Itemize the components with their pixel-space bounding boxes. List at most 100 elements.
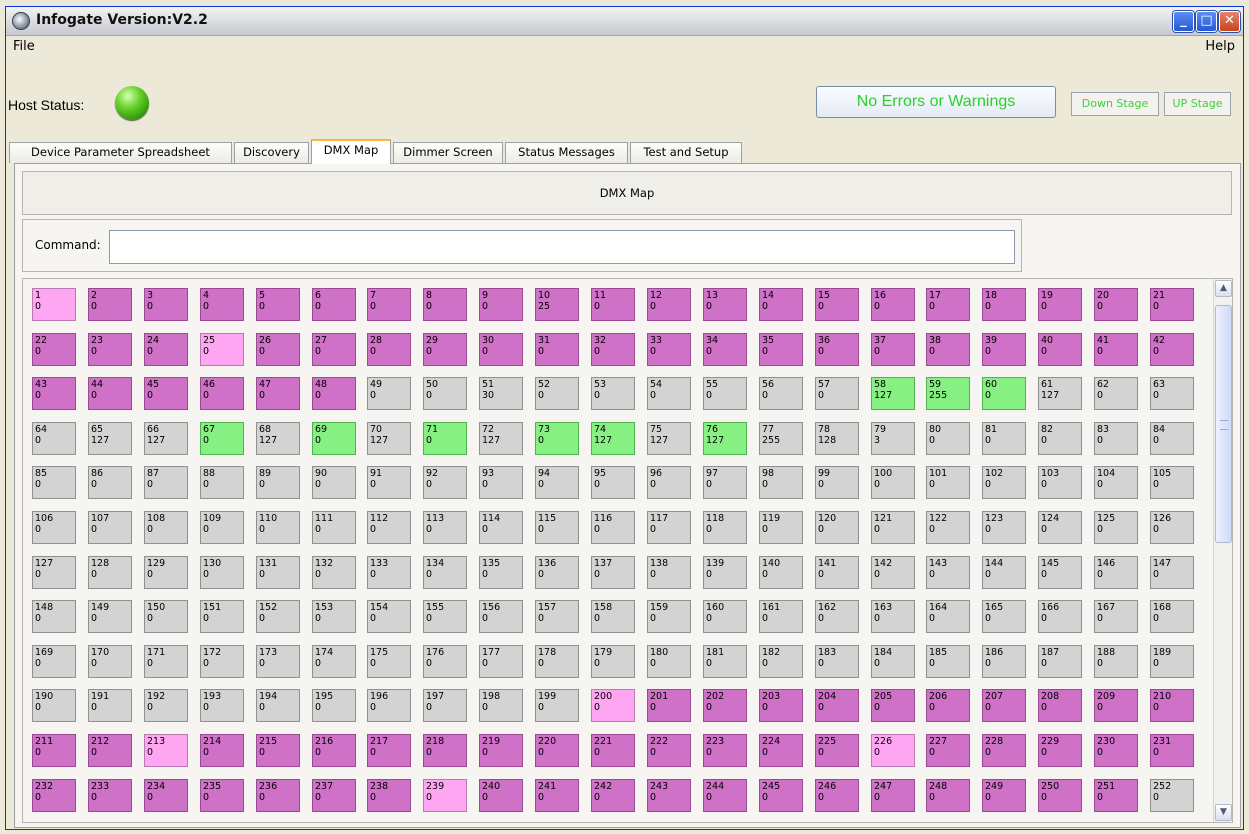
dmx-channel-cell[interactable]: 25 0	[200, 333, 244, 366]
dmx-channel-cell[interactable]: 161 0	[759, 600, 803, 633]
dmx-channel-cell[interactable]: 232 0	[32, 779, 76, 812]
dmx-channel-cell[interactable]: 66 127	[144, 422, 188, 455]
close-button[interactable]: ✕	[1219, 11, 1240, 32]
down-stage-button[interactable]: Down Stage	[1071, 92, 1159, 116]
dmx-channel-cell[interactable]: 61 127	[1038, 377, 1082, 410]
dmx-channel-cell[interactable]: 54 0	[647, 377, 691, 410]
dmx-channel-cell[interactable]: 209 0	[1094, 689, 1138, 722]
dmx-channel-cell[interactable]: 33 0	[647, 333, 691, 366]
dmx-channel-cell[interactable]: 142 0	[871, 556, 915, 589]
dmx-channel-cell[interactable]: 30 0	[479, 333, 523, 366]
dmx-channel-cell[interactable]: 98 0	[759, 466, 803, 499]
dmx-channel-cell[interactable]: 28 0	[367, 333, 411, 366]
dmx-channel-cell[interactable]: 32 0	[591, 333, 635, 366]
dmx-channel-cell[interactable]: 199 0	[535, 689, 579, 722]
dmx-channel-cell[interactable]: 126 0	[1150, 511, 1194, 544]
dmx-channel-cell[interactable]: 39 0	[982, 333, 1026, 366]
dmx-channel-cell[interactable]: 41 0	[1094, 333, 1138, 366]
dmx-channel-cell[interactable]: 194 0	[256, 689, 300, 722]
dmx-channel-cell[interactable]: 153 0	[312, 600, 356, 633]
dmx-channel-cell[interactable]: 198 0	[479, 689, 523, 722]
dmx-channel-cell[interactable]: 172 0	[200, 645, 244, 678]
dmx-channel-cell[interactable]: 224 0	[759, 734, 803, 767]
scroll-thumb[interactable]	[1215, 305, 1232, 543]
dmx-channel-cell[interactable]: 50	[256, 288, 300, 321]
dmx-channel-cell[interactable]: 74 127	[591, 422, 635, 455]
minimize-button[interactable]: _	[1173, 11, 1194, 32]
dmx-channel-cell[interactable]: 244 0	[703, 779, 747, 812]
dmx-channel-cell[interactable]: 106 0	[32, 511, 76, 544]
dmx-channel-cell[interactable]: 251 0	[1094, 779, 1138, 812]
dmx-channel-cell[interactable]: 139 0	[703, 556, 747, 589]
dmx-channel-cell[interactable]: 80	[423, 288, 467, 321]
dmx-channel-cell[interactable]: 85 0	[32, 466, 76, 499]
dmx-channel-cell[interactable]: 12 0	[647, 288, 691, 321]
maximize-button[interactable]: □	[1196, 11, 1217, 32]
dmx-channel-cell[interactable]: 189 0	[1150, 645, 1194, 678]
dmx-channel-cell[interactable]: 173 0	[256, 645, 300, 678]
dmx-channel-cell[interactable]: 107 0	[88, 511, 132, 544]
dmx-channel-cell[interactable]: 40 0	[1038, 333, 1082, 366]
dmx-channel-cell[interactable]: 102 0	[982, 466, 1026, 499]
dmx-channel-cell[interactable]: 49 0	[367, 377, 411, 410]
dmx-channel-cell[interactable]: 48 0	[312, 377, 356, 410]
dmx-channel-cell[interactable]: 76 127	[703, 422, 747, 455]
dmx-channel-cell[interactable]: 78 128	[815, 422, 859, 455]
dmx-channel-cell[interactable]: 168 0	[1150, 600, 1194, 633]
dmx-channel-cell[interactable]: 73 0	[535, 422, 579, 455]
dmx-channel-cell[interactable]: 159 0	[647, 600, 691, 633]
dmx-channel-cell[interactable]: 80 0	[926, 422, 970, 455]
dmx-channel-cell[interactable]: 65 127	[88, 422, 132, 455]
dmx-channel-cell[interactable]: 71 0	[423, 422, 467, 455]
dmx-channel-cell[interactable]: 82 0	[1038, 422, 1082, 455]
dmx-channel-cell[interactable]: 128 0	[88, 556, 132, 589]
dmx-channel-cell[interactable]: 243 0	[647, 779, 691, 812]
dmx-channel-cell[interactable]: 138 0	[647, 556, 691, 589]
dmx-channel-cell[interactable]: 162 0	[815, 600, 859, 633]
dmx-channel-cell[interactable]: 226 0	[871, 734, 915, 767]
dmx-channel-cell[interactable]: 176 0	[423, 645, 467, 678]
dmx-channel-cell[interactable]: 75 127	[647, 422, 691, 455]
scroll-down-button[interactable]: ▼	[1215, 804, 1232, 821]
dmx-channel-cell[interactable]: 13 0	[703, 288, 747, 321]
dmx-channel-cell[interactable]: 100 0	[871, 466, 915, 499]
dmx-channel-cell[interactable]: 164 0	[926, 600, 970, 633]
dmx-channel-cell[interactable]: 241 0	[535, 779, 579, 812]
dmx-channel-cell[interactable]: 220 0	[535, 734, 579, 767]
dmx-channel-cell[interactable]: 10 25	[535, 288, 579, 321]
dmx-channel-cell[interactable]: 101 0	[926, 466, 970, 499]
dmx-channel-cell[interactable]: 237 0	[312, 779, 356, 812]
dmx-channel-cell[interactable]: 79 3	[871, 422, 915, 455]
dmx-channel-cell[interactable]: 23 0	[88, 333, 132, 366]
dmx-channel-cell[interactable]: 202 0	[703, 689, 747, 722]
dmx-channel-cell[interactable]: 72 127	[479, 422, 523, 455]
dmx-channel-cell[interactable]: 178 0	[535, 645, 579, 678]
dmx-channel-cell[interactable]: 90 0	[312, 466, 356, 499]
dmx-channel-cell[interactable]: 60	[312, 288, 356, 321]
dmx-channel-cell[interactable]: 141 0	[815, 556, 859, 589]
dmx-channel-cell[interactable]: 110 0	[256, 511, 300, 544]
dmx-channel-cell[interactable]: 19 0	[1038, 288, 1082, 321]
dmx-channel-cell[interactable]: 38 0	[926, 333, 970, 366]
menu-help[interactable]: Help	[1205, 39, 1235, 54]
dmx-channel-cell[interactable]: 208 0	[1038, 689, 1082, 722]
command-input[interactable]	[109, 230, 1015, 264]
dmx-channel-cell[interactable]: 10	[32, 288, 76, 321]
error-status-button[interactable]: No Errors or Warnings	[816, 86, 1056, 118]
scroll-up-button[interactable]: ▲	[1215, 280, 1232, 297]
dmx-channel-cell[interactable]: 166 0	[1038, 600, 1082, 633]
dmx-channel-cell[interactable]: 68 127	[256, 422, 300, 455]
dmx-channel-cell[interactable]: 204 0	[815, 689, 859, 722]
dmx-channel-cell[interactable]: 151 0	[200, 600, 244, 633]
tab-discovery[interactable]: Discovery	[234, 142, 309, 163]
dmx-channel-cell[interactable]: 14 0	[759, 288, 803, 321]
dmx-channel-cell[interactable]: 148 0	[32, 600, 76, 633]
tab-test-and-setup[interactable]: Test and Setup	[630, 142, 742, 163]
dmx-channel-cell[interactable]: 190 0	[32, 689, 76, 722]
dmx-channel-cell[interactable]: 185 0	[926, 645, 970, 678]
dmx-channel-cell[interactable]: 17 0	[926, 288, 970, 321]
dmx-channel-cell[interactable]: 111 0	[312, 511, 356, 544]
dmx-channel-cell[interactable]: 133 0	[367, 556, 411, 589]
dmx-channel-cell[interactable]: 42 0	[1150, 333, 1194, 366]
title-bar[interactable]: Infogate Version:V2.2 _ □ ✕	[6, 7, 1243, 36]
